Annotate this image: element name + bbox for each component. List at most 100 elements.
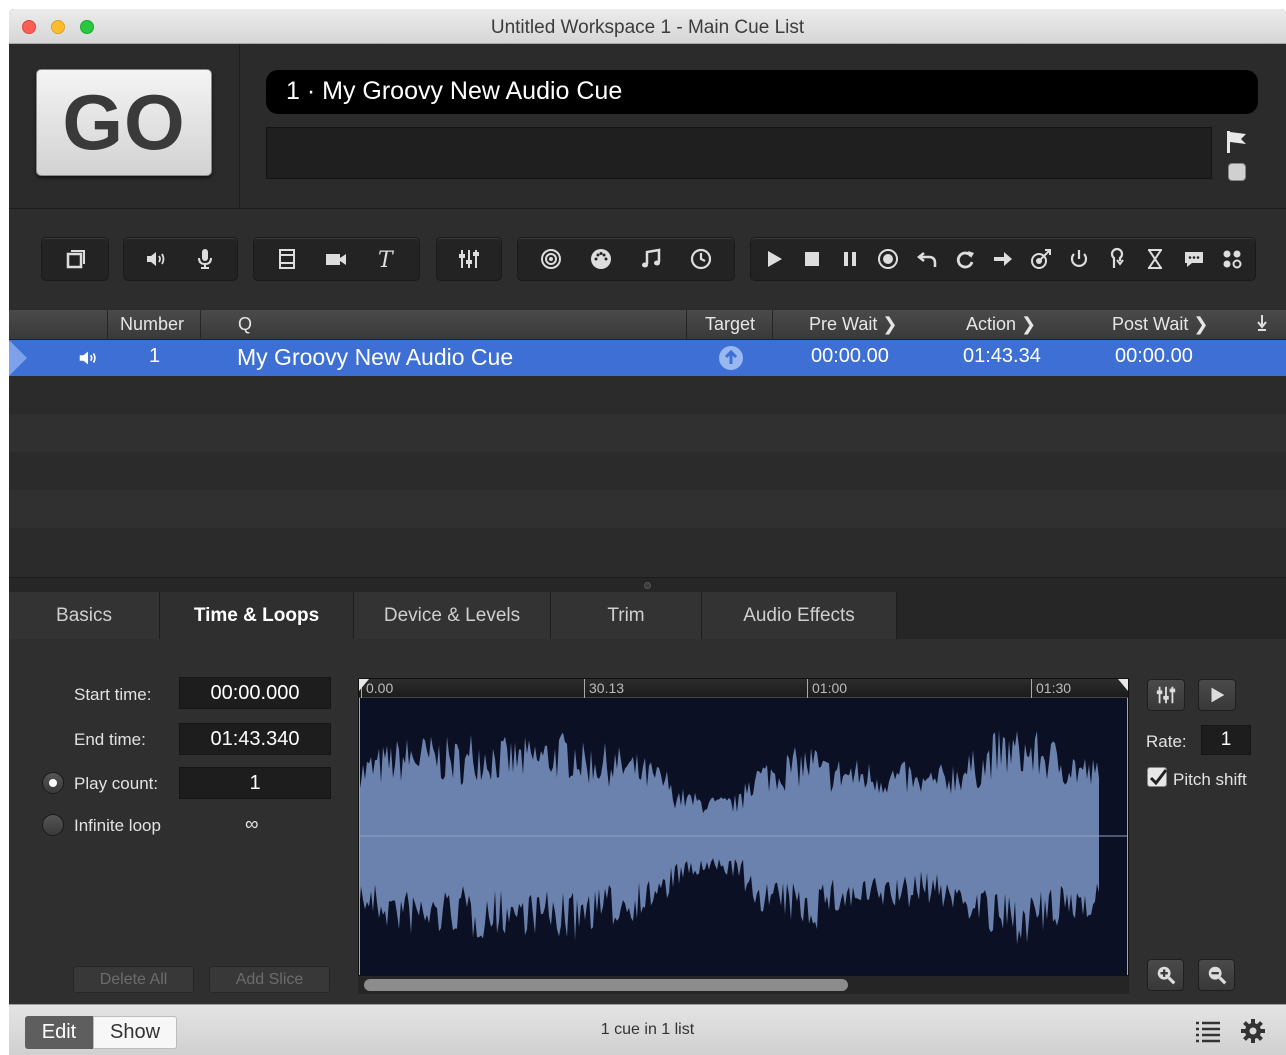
- flag-icon[interactable]: [1224, 130, 1250, 154]
- empty-row: [9, 414, 1286, 452]
- cue-pre-wait[interactable]: 00:00.00: [811, 345, 889, 368]
- speaker-icon[interactable]: [139, 242, 173, 276]
- empty-row: [9, 376, 1286, 414]
- scrollbar-thumb[interactable]: [364, 979, 848, 991]
- chevron-right-icon: ❯: [1193, 314, 1209, 334]
- table-row[interactable]: 1 My Groovy New Audio Cue 00:00.00 01:43…: [9, 340, 1286, 376]
- tab-basics[interactable]: Basics: [9, 592, 160, 639]
- split-divider[interactable]: [9, 577, 1286, 592]
- midi-icon[interactable]: [584, 242, 618, 276]
- film-icon[interactable]: [270, 242, 304, 276]
- audio-waveform: [359, 729, 1128, 945]
- camera-icon[interactable]: [319, 242, 353, 276]
- cue-toolbar: T: [9, 209, 1286, 309]
- start-time-field[interactable]: 00:00.000: [179, 677, 331, 709]
- record-icon[interactable]: [871, 242, 905, 276]
- empty-row: [9, 490, 1286, 528]
- go-area: GO: [9, 44, 240, 209]
- group-cue-icon[interactable]: [58, 242, 92, 276]
- start-marker-icon[interactable]: [359, 679, 369, 691]
- stop-icon[interactable]: [795, 242, 829, 276]
- end-marker-icon[interactable]: [1118, 679, 1128, 691]
- column-q[interactable]: Q: [238, 314, 252, 335]
- toolbar-group-network: [517, 237, 735, 281]
- list-icon[interactable]: [1195, 1019, 1221, 1048]
- target-icon[interactable]: [534, 242, 568, 276]
- cue-name[interactable]: My Groovy New Audio Cue: [237, 344, 513, 371]
- microphone-icon[interactable]: [188, 242, 222, 276]
- cue-notes-field[interactable]: [266, 127, 1212, 179]
- play-count-field[interactable]: 1: [179, 767, 331, 799]
- play-icon[interactable]: [757, 242, 791, 276]
- clock-icon[interactable]: [684, 242, 718, 276]
- time-ruler: 0.00 30.13 01:00 01:30: [359, 679, 1128, 698]
- waveform-scrollbar[interactable]: [358, 976, 1129, 994]
- end-time-label: End time:: [74, 730, 146, 749]
- toolbar-group-group: [41, 237, 109, 281]
- table-header: Number Q Target Pre Wait ❯ Action ❯ Post…: [9, 310, 1286, 340]
- chevron-right-icon: ❯: [882, 314, 898, 334]
- cue-number[interactable]: 1: [149, 345, 160, 368]
- arrow-right-icon[interactable]: [986, 242, 1020, 276]
- target-arrow-icon[interactable]: [1024, 242, 1058, 276]
- fader-icon[interactable]: [1147, 679, 1185, 711]
- toolbar-group-audio: [123, 237, 238, 281]
- pitch-shift-checkbox[interactable]: [1147, 767, 1168, 787]
- hourglass-icon[interactable]: [1138, 242, 1172, 276]
- text-icon[interactable]: T: [369, 242, 403, 276]
- pause-icon[interactable]: [833, 242, 867, 276]
- cue-action[interactable]: 01:43.34: [963, 345, 1041, 368]
- time-loops-panel: Start time: 00:00.000 End time: 01:43.34…: [9, 639, 1286, 1004]
- gear-icon[interactable]: [1240, 1018, 1266, 1049]
- infinite-loop-radio[interactable]: [42, 814, 64, 836]
- speech-icon[interactable]: [1177, 242, 1211, 276]
- music-note-icon[interactable]: [634, 242, 668, 276]
- cue-post-wait[interactable]: 00:00.00: [1115, 345, 1193, 368]
- playhead-icon: [9, 340, 27, 376]
- play-count-label: Play count:: [74, 774, 159, 793]
- checkmark-icon: [1149, 769, 1168, 786]
- tab-device-levels[interactable]: Device & Levels: [354, 592, 551, 639]
- arrow-up-circle-icon[interactable]: [718, 345, 744, 377]
- rate-field[interactable]: 1: [1201, 725, 1251, 755]
- fader-icon[interactable]: [452, 242, 486, 276]
- status-text: 1 cue in 1 list: [600, 1021, 695, 1038]
- tab-time-loops[interactable]: Time & Loops: [160, 592, 354, 639]
- infinite-loop-label: Infinite loop: [74, 816, 161, 835]
- column-pre-wait[interactable]: Pre Wait ❯: [809, 314, 897, 335]
- grid-dots-icon[interactable]: [1215, 242, 1249, 276]
- devamp-icon[interactable]: [1100, 242, 1134, 276]
- delete-all-button[interactable]: Delete All: [73, 966, 194, 993]
- column-target[interactable]: Target: [705, 314, 755, 335]
- flag-checkbox[interactable]: [1228, 163, 1246, 181]
- title-bar: Untitled Workspace 1 - Main Cue List: [9, 9, 1286, 44]
- waveform-view[interactable]: 0.00 30.13 01:00 01:30: [358, 678, 1129, 976]
- chevron-right-icon: ❯: [1021, 314, 1037, 334]
- infinity-symbol: ∞: [245, 814, 259, 835]
- start-time-label: Start time:: [74, 685, 152, 704]
- action-label: Action: [966, 314, 1017, 334]
- play-count-radio[interactable]: [42, 772, 64, 794]
- add-slice-button[interactable]: Add Slice: [209, 966, 330, 993]
- undo-icon[interactable]: [910, 242, 944, 276]
- go-button[interactable]: GO: [36, 69, 212, 176]
- play-icon[interactable]: [1198, 679, 1236, 711]
- column-action[interactable]: Action ❯: [966, 314, 1036, 335]
- power-icon[interactable]: [1062, 242, 1096, 276]
- bottom-bar: Edit Show 1 cue in 1 list: [9, 1004, 1286, 1055]
- ruler-tick: 01:00: [807, 679, 847, 698]
- end-time-field[interactable]: 01:43.340: [179, 723, 331, 755]
- rate-label: Rate:: [1146, 732, 1187, 751]
- column-continue-icon[interactable]: [1256, 314, 1268, 337]
- empty-row: [9, 452, 1286, 490]
- toolbar-group-control: [750, 237, 1256, 281]
- empty-row: [9, 528, 1286, 577]
- tab-audio-effects[interactable]: Audio Effects: [702, 592, 897, 639]
- column-post-wait[interactable]: Post Wait ❯: [1112, 314, 1208, 335]
- column-number[interactable]: Number: [120, 314, 184, 335]
- tab-trim[interactable]: Trim: [551, 592, 702, 639]
- inspector-tabs: Basics Time & Loops Device & Levels Trim…: [9, 592, 1286, 639]
- zoom-out-icon[interactable]: [1198, 959, 1235, 991]
- zoom-in-icon[interactable]: [1147, 959, 1184, 991]
- redo-icon[interactable]: [948, 242, 982, 276]
